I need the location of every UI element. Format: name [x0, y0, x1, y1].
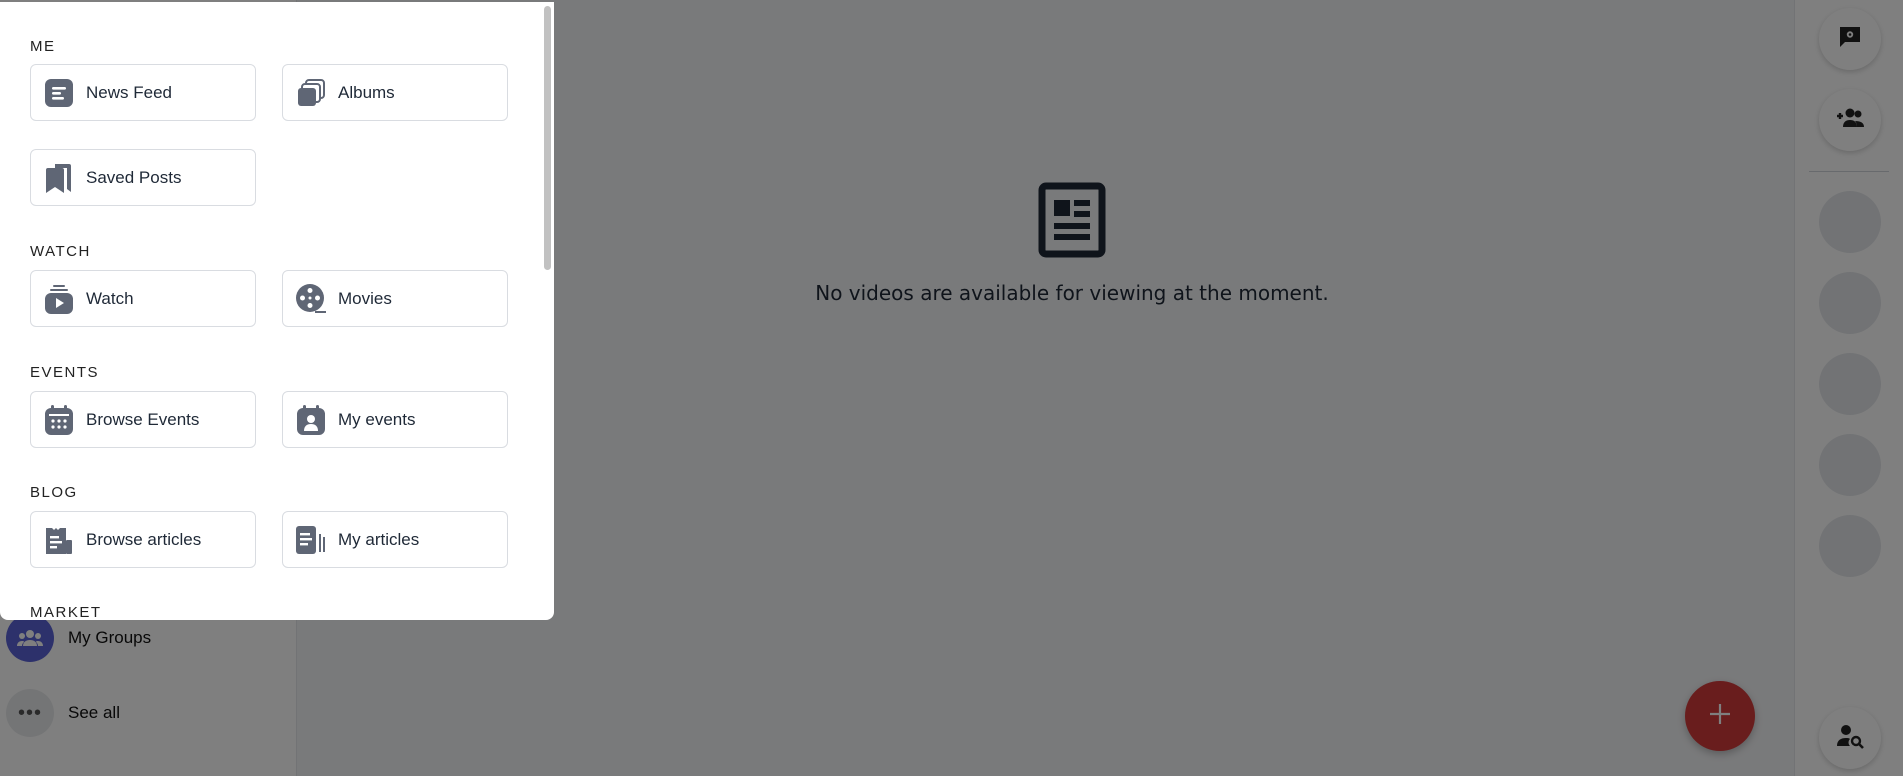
main-menu-panel: ME News Feed Albums Saved Posts WATCH Wa… [0, 2, 554, 620]
news-feed-icon [43, 77, 75, 109]
movies-button[interactable]: Movies [282, 270, 508, 327]
news-feed-button[interactable]: News Feed [30, 64, 256, 121]
section-title-me: ME [30, 38, 56, 55]
saved-posts-label: Saved Posts [86, 167, 182, 187]
my-articles-icon [295, 524, 327, 556]
menu-pointer [0, 2, 28, 4]
my-articles-button[interactable]: My articles [282, 511, 508, 568]
calendar-icon [43, 404, 75, 436]
browse-articles-label: Browse articles [86, 529, 202, 549]
albums-button[interactable]: Albums [282, 64, 508, 121]
section-title-events: EVENTS [30, 364, 100, 381]
section-title-market: MARKET [30, 604, 102, 620]
calendar-user-icon [295, 404, 327, 436]
watch-label: Watch [86, 288, 134, 308]
watch-video-icon [43, 283, 75, 315]
movie-reel-icon [295, 283, 327, 315]
bookmark-icon [43, 162, 75, 194]
browse-events-button[interactable]: Browse Events [30, 391, 256, 448]
watch-button[interactable]: Watch [30, 270, 256, 327]
albums-icon [295, 77, 327, 109]
browse-events-label: Browse Events [86, 409, 200, 429]
menu-scrollbar[interactable] [544, 6, 551, 270]
albums-label: Albums [338, 82, 395, 102]
saved-posts-button[interactable]: Saved Posts [30, 149, 256, 206]
my-articles-label: My articles [338, 529, 420, 549]
section-title-watch: WATCH [30, 243, 91, 260]
browse-articles-button[interactable]: Browse articles [30, 511, 256, 568]
my-events-button[interactable]: My events [282, 391, 508, 448]
my-events-label: My events [338, 409, 416, 429]
section-title-blog: BLOG [30, 484, 78, 501]
movies-label: Movies [338, 288, 392, 308]
articles-icon [43, 524, 75, 556]
news-feed-label: News Feed [86, 82, 172, 102]
